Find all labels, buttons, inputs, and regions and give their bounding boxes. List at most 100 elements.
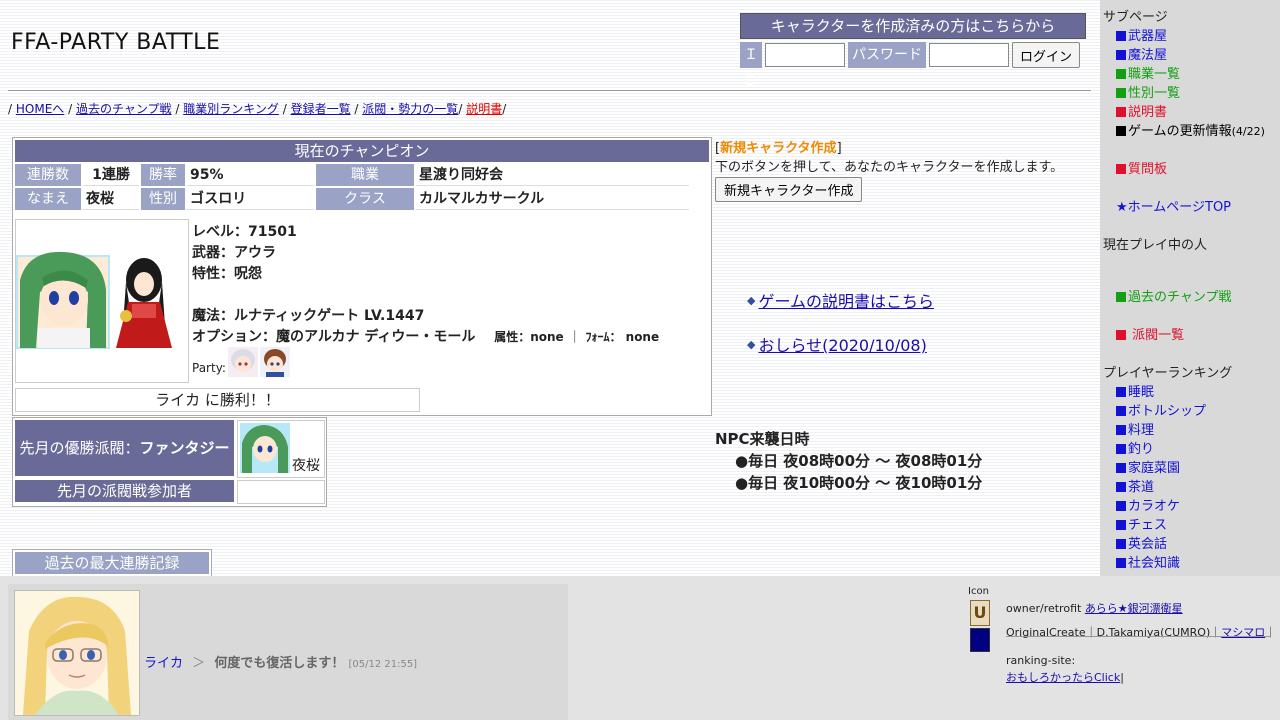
nav-past-champ[interactable]: 過去のチャンプ戦 — [76, 102, 172, 116]
chat-text: 何度でも復活します！ — [214, 656, 345, 671]
party-member-avatar-1[interactable] — [227, 347, 258, 377]
gender-value: ゴスロリ — [187, 188, 314, 210]
faction-winner-name: ファンタジー — [139, 439, 230, 457]
sidebar-item-job-list[interactable]: 職業一覧 — [1116, 63, 1180, 82]
ranking-cooking[interactable]: 料理 — [1116, 419, 1154, 438]
nav-job-ranking[interactable]: 職業別ランキング — [183, 102, 279, 116]
id-input[interactable] — [765, 43, 845, 67]
party-member-avatar-2[interactable] — [259, 347, 290, 377]
record-header: 過去の最大連勝記録 — [15, 552, 209, 574]
faction-panel: 先月の優勝派閥：ファンタジー 夜桜 先月の派閥戦参加者 — [12, 417, 327, 507]
new-character-section: [新規キャラクタ作成] 下のボタンを押して、あなたのキャラクターを作成します。 … — [715, 137, 1063, 202]
nav-home[interactable]: HOMEへ — [16, 102, 64, 116]
faction-winner: 先月の優勝派閥：ファンタジー — [15, 420, 234, 476]
name-value: 夜桜 — [83, 188, 139, 210]
faction-char-name: 夜桜 — [292, 458, 320, 474]
chat-portrait — [14, 590, 140, 716]
champion-stats: レベル：71501 武器：アウラ 特性：呪怨 魔法：ルナティックゲート LV.1… — [192, 224, 660, 345]
party-label: Party: — [192, 361, 226, 375]
form-text: ﾌｫｰﾑ： none — [585, 330, 660, 344]
npc-title: NPC来襲日時 — [715, 430, 810, 448]
ranking-site-link[interactable]: おもしろかったらClick — [1006, 671, 1120, 684]
battle-result: ライカ に勝利！！ — [15, 388, 420, 412]
new-character-button[interactable]: 新規キャラクター作成 — [715, 177, 863, 202]
ranking-sleep[interactable]: 睡眠 — [1116, 381, 1154, 400]
ranking-social[interactable]: 社会知識 — [1116, 552, 1180, 571]
ranking-bottleship[interactable]: ボトルシップ — [1116, 400, 1206, 419]
level-text: レベル：71501 — [192, 224, 297, 240]
winrate-value: 95% — [187, 164, 314, 186]
nav-registrants[interactable]: 登録者一覧 — [291, 102, 351, 116]
bottom-bar: ライカ ＞ 何度でも復活します！ [05/12 21:55] Icon U ow… — [0, 576, 1280, 720]
blue-banner-icon[interactable] — [970, 628, 990, 652]
streak-value: 1連勝 — [83, 164, 139, 186]
champion-header: 現在のチャンピオン — [15, 140, 709, 162]
sidebar-item-magic-shop[interactable]: 魔法屋 — [1116, 44, 1167, 63]
champion-portrait-image — [16, 251, 172, 349]
ranking-chess[interactable]: チェス — [1116, 514, 1167, 533]
option-text: オプション：魔のアルカナ ディウー・モール — [192, 329, 476, 345]
faction-participants-label: 先月の派閥戦参加者 — [15, 480, 234, 502]
chat-user-name[interactable]: ライカ — [144, 656, 183, 671]
u-banner-icon[interactable]: U — [970, 600, 990, 626]
streak-label: 連勝数 — [15, 164, 81, 186]
nav-manual[interactable]: 説明書 — [466, 102, 502, 116]
site-title: FFA-PARTY BATTLE — [11, 30, 221, 55]
chat-box: ライカ ＞ 何度でも復活します！ [05/12 21:55] — [8, 584, 568, 720]
class-value: カルマルカサークル — [416, 188, 689, 210]
ranking-title: プレイヤーランキング — [1103, 366, 1233, 381]
login-button[interactable]: ログイン — [1012, 42, 1080, 68]
playing-title: 現在プレイ中の人 — [1103, 238, 1208, 253]
ranking-english[interactable]: 英会話 — [1116, 533, 1167, 552]
champion-portraits — [15, 219, 189, 383]
login-header: キャラクターを作成済みの方はこちらから — [740, 13, 1086, 39]
class-label: クラス — [316, 188, 414, 210]
job-label: 職業 — [316, 164, 414, 186]
sidebar-item-weapon-shop[interactable]: 武器屋 — [1116, 25, 1167, 44]
link-bullet-icon: ◆ — [747, 337, 756, 351]
sidebar: サブページ 武器屋 魔法屋 職業一覧 性別一覧 説明書 ゲームの更新情報(4/2… — [1100, 0, 1280, 576]
magic-text: 魔法：ルナティックゲート LV.1447 — [192, 308, 425, 324]
npc-time-1: ●毎日 夜08時00分 〜 夜08時01分 — [735, 452, 983, 470]
ranking-site-label: ranking-site: — [1006, 654, 1076, 667]
icon-label: Icon — [968, 586, 989, 597]
trait-text: 特性：呪怨 — [192, 266, 262, 282]
owner-credit: owner/retrofit あらら★銀河漂衛星 — [1006, 602, 1183, 615]
credits-divider — [1006, 636, 1270, 637]
sidebar-item-home[interactable]: ★ホームページTOP — [1116, 196, 1231, 215]
password-label: パスワード — [848, 42, 926, 68]
ranking-tea[interactable]: 茶道 — [1116, 476, 1154, 495]
faction-winner-char: 夜桜 — [237, 420, 325, 478]
npc-time-2: ●毎日 夜10時00分 〜 夜10時01分 — [735, 474, 983, 492]
name-label: なまえ — [15, 188, 81, 210]
champion-detail: レベル：71501 武器：アウラ 特性：呪怨 魔法：ルナティックゲート LV.1… — [15, 219, 705, 383]
ranking-karaoke[interactable]: カラオケ — [1116, 495, 1180, 514]
sidebar-item-manual[interactable]: 説明書 — [1116, 101, 1167, 120]
link-bullet-icon: ◆ — [747, 293, 756, 307]
sidebar-item-bbs[interactable]: 質問板 — [1116, 158, 1167, 177]
manual-link[interactable]: ゲームの説明書はこちら — [758, 288, 934, 312]
sidebar-item-past-champ[interactable]: 過去のチャンプ戦 — [1116, 286, 1231, 305]
original-credit: OriginalCreate｜D.Takamiya(CUMRO)｜マシマロ｜ — [1006, 626, 1277, 639]
faction-participants-value — [237, 480, 325, 504]
main-content: FFA-PARTY BATTLE キャラクターを作成済みの方はこちらから ＩＤ … — [0, 0, 1100, 576]
record-panel: 過去の最大連勝記録 — [12, 549, 212, 576]
ranking-gardening[interactable]: 家庭菜園 — [1116, 457, 1180, 476]
weapon-text: 武器：アウラ — [192, 245, 276, 261]
mashimaro-link[interactable]: マシマロ — [1221, 626, 1265, 639]
ranking-site: おもしろかったらClick| — [1006, 671, 1124, 684]
sidebar-item-updates[interactable]: ゲームの更新情報(4/22) — [1116, 120, 1265, 139]
nav-factions[interactable]: 派閥・勢力の一覧 — [362, 102, 458, 116]
breadcrumb-nav: / HOMEへ / 過去のチャンプ戦 / 職業別ランキング / 登録者一覧 / … — [8, 102, 507, 116]
login-box: キャラクターを作成済みの方はこちらから ＩＤ パスワード ログイン — [740, 13, 1086, 89]
password-input[interactable] — [929, 43, 1009, 67]
ranking-fishing[interactable]: 釣り — [1116, 438, 1154, 457]
owner-link[interactable]: あらら★銀河漂衛星 — [1085, 602, 1183, 615]
sidebar-item-gender-list[interactable]: 性別一覧 — [1116, 82, 1180, 101]
attribute-text: 属性：none — [494, 330, 564, 344]
sidebar-item-factions[interactable]: 派閥一覧 — [1116, 324, 1184, 343]
news-link[interactable]: おしらせ(2020/10/08) — [758, 332, 926, 356]
champion-panel: 現在のチャンピオン 連勝数 1連勝 勝率 95% 職業 星渡り同好会 なまえ 夜… — [12, 137, 712, 416]
npc-schedule: NPC来襲日時 ●毎日 夜08時00分 〜 夜08時01分 ●毎日 夜10時00… — [715, 428, 982, 494]
header-divider — [8, 90, 1091, 91]
